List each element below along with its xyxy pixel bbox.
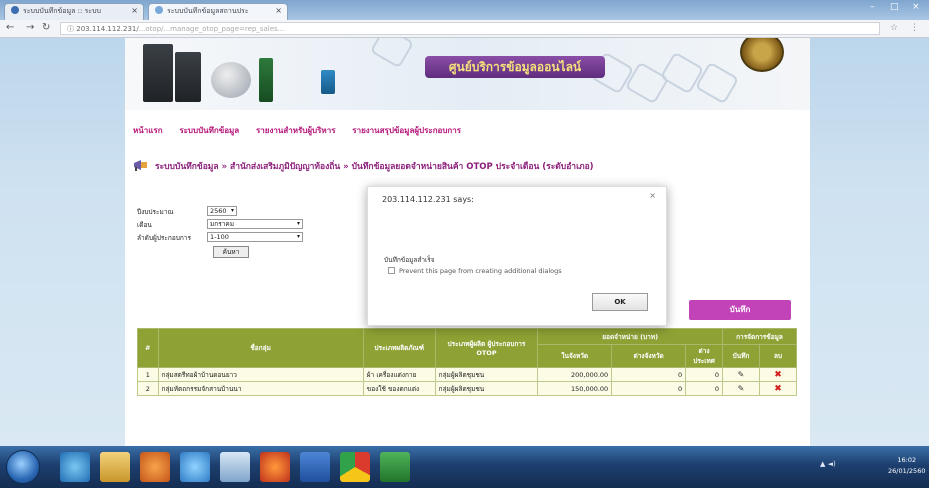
maximize-window-icon[interactable]: □ [890, 2, 899, 12]
url-input[interactable]: ⓘ 203.114.112.231/...otop/...manage_otop… [60, 22, 880, 35]
column-subheader: ในจังหวัด [537, 344, 613, 368]
breadcrumb: ระบบบันทึกข้อมูล » สำนักส่งเสริมภูมิปัญญ… [133, 158, 594, 173]
web-page: ศูนย์บริการข้อมูลออนไลน์ หน้าแรก ระบบบัน… [125, 38, 810, 446]
dropdown-arrow-icon: ▾ [230, 207, 234, 214]
search-button[interactable]: ค้นหา [213, 246, 249, 258]
table-row: 2 กลุ่มหัตถกรรมจักสานบ้านนา ของใช้ ของตก… [137, 381, 797, 396]
dropdown-arrow-icon: ▾ [296, 233, 300, 240]
column-header: ยอดจำหน่าย (บาท) [537, 328, 724, 345]
table-row: 1 กลุ่มสตรีทอผ้าบ้านดอนยาว ผ้า เครื่องแต… [137, 367, 797, 382]
forward-arrow-icon[interactable]: → [26, 22, 34, 33]
browser-tab-bar: ระบบบันทึกข้อมูล :: ระบบ × ระบบบันทึกข้อ… [0, 0, 929, 20]
edit-icon[interactable]: ✎ [738, 370, 745, 379]
browser-tab-2[interactable]: ระบบบันทึกข้อมูลสถานประ × [148, 3, 288, 20]
alert-dialog: 203.114.112.231 says: × บันทึกข้อมูลสำเร… [367, 186, 667, 326]
clock-time: 16:02 [897, 456, 917, 464]
browser-tab-1[interactable]: ระบบบันทึกข้อมูล :: ระบบ × [4, 3, 144, 20]
page-favicon-icon [155, 6, 163, 14]
minimize-window-icon[interactable]: – [870, 2, 875, 12]
column-header: # [137, 328, 159, 368]
dialog-message: บันทึกข้อมูลสำเร็จ [384, 256, 435, 264]
year-select[interactable]: 2560 ▾ [207, 206, 237, 216]
top-navigation: หน้าแรก ระบบบันทึกข้อมูล รายงานสำหรับผู้… [133, 124, 475, 137]
banner-title: ศูนย์บริการข้อมูลออนไลน์ [425, 56, 605, 78]
server-illustration [259, 58, 273, 102]
dropdown-arrow-icon: ▾ [296, 220, 300, 227]
column-subheader: ต่างประเทศ [685, 344, 724, 368]
device-illustration [321, 70, 335, 94]
window-icon[interactable] [220, 452, 250, 482]
year-label: ปีงบประมาณ [137, 208, 174, 216]
close-tab-icon[interactable]: × [131, 6, 138, 15]
nav-item-record-system[interactable]: ระบบบันทึกข้อมูล [179, 126, 239, 135]
site-banner: ศูนย์บริการข้อมูลออนไลน์ [125, 38, 810, 110]
site-favicon-icon [11, 6, 19, 14]
media-icon[interactable] [140, 452, 170, 482]
emblem-logo [740, 38, 784, 72]
month-label: เดือน [137, 221, 152, 229]
volume-icon[interactable]: ◄) [828, 460, 836, 468]
network-tray-icon[interactable]: ▲ [820, 460, 825, 468]
ok-button[interactable]: OK [592, 293, 648, 311]
prevent-dialogs-checkbox[interactable]: Prevent this page from creating addition… [388, 267, 562, 275]
chrome-icon[interactable] [340, 452, 370, 482]
column-subheader: ลบ [759, 344, 797, 368]
column-header: ประเภทผู้ผลิต ผู้ประกอบการ OTOP [434, 328, 539, 368]
column-header: ชื่อกลุ่ม [157, 328, 364, 368]
delete-icon[interactable]: ✖ [774, 370, 782, 380]
folder-icon[interactable] [100, 452, 130, 482]
edit-icon[interactable]: ✎ [738, 384, 745, 393]
sales-table: # ชื่อกลุ่ม ประเภทผลิตภัณฑ์ ประเภทผู้ผลิ… [137, 328, 797, 396]
excel-icon[interactable] [380, 452, 410, 482]
column-header: ประเภทผลิตภัณฑ์ [362, 328, 436, 368]
server-illustration [143, 44, 173, 102]
delete-icon[interactable]: ✖ [774, 384, 782, 394]
checkbox-icon [388, 267, 395, 274]
info-icon: ⓘ [67, 25, 77, 33]
close-tab-icon[interactable]: × [275, 6, 282, 15]
database-illustration [211, 62, 251, 98]
start-button[interactable] [6, 450, 40, 484]
bookmark-star-icon[interactable]: ☆ [890, 23, 898, 33]
windows-taskbar: ▲ ◄) 16:02 26/01/2560 [0, 446, 929, 488]
group-label: ลำดับผู้ประกอบการ [137, 234, 191, 242]
dialog-title: 203.114.112.231 says: [382, 195, 474, 204]
save-button[interactable]: บันทึก [689, 300, 791, 320]
column-header: การจัดการข้อมูล [722, 328, 797, 345]
close-icon[interactable]: × [649, 191, 656, 200]
network-icon[interactable] [180, 452, 210, 482]
month-select[interactable]: มกราคม ▾ [207, 219, 303, 229]
system-tray: ▲ ◄) [820, 460, 836, 468]
megaphone-icon [134, 160, 147, 171]
column-subheader: บันทึก [722, 344, 760, 368]
clock[interactable]: 16:02 26/01/2560 [888, 455, 925, 477]
ie-icon[interactable] [60, 452, 90, 482]
column-subheader: ต่างจังหวัด [611, 344, 687, 368]
word-icon[interactable] [300, 452, 330, 482]
back-arrow-icon[interactable]: ← [6, 22, 14, 33]
nav-item-summary-reports[interactable]: รายงานสรุปข้อมูลผู้ประกอบการ [352, 126, 461, 135]
nav-item-home[interactable]: หน้าแรก [133, 126, 163, 135]
close-window-icon[interactable]: × [912, 2, 920, 12]
browser-address-bar: ← → ↻ ⓘ 203.114.112.231/...otop/...manag… [0, 20, 929, 38]
clock-date: 26/01/2560 [888, 467, 926, 475]
hex-decoration [369, 38, 415, 69]
firefox-icon[interactable] [260, 452, 290, 482]
reload-icon[interactable]: ↻ [42, 22, 50, 33]
server-illustration [175, 52, 201, 102]
group-select[interactable]: 1-100 ▾ [207, 232, 303, 242]
menu-icon[interactable]: ⋮ [910, 23, 919, 33]
nav-item-executive-reports[interactable]: รายงานสำหรับผู้บริหาร [256, 126, 336, 135]
